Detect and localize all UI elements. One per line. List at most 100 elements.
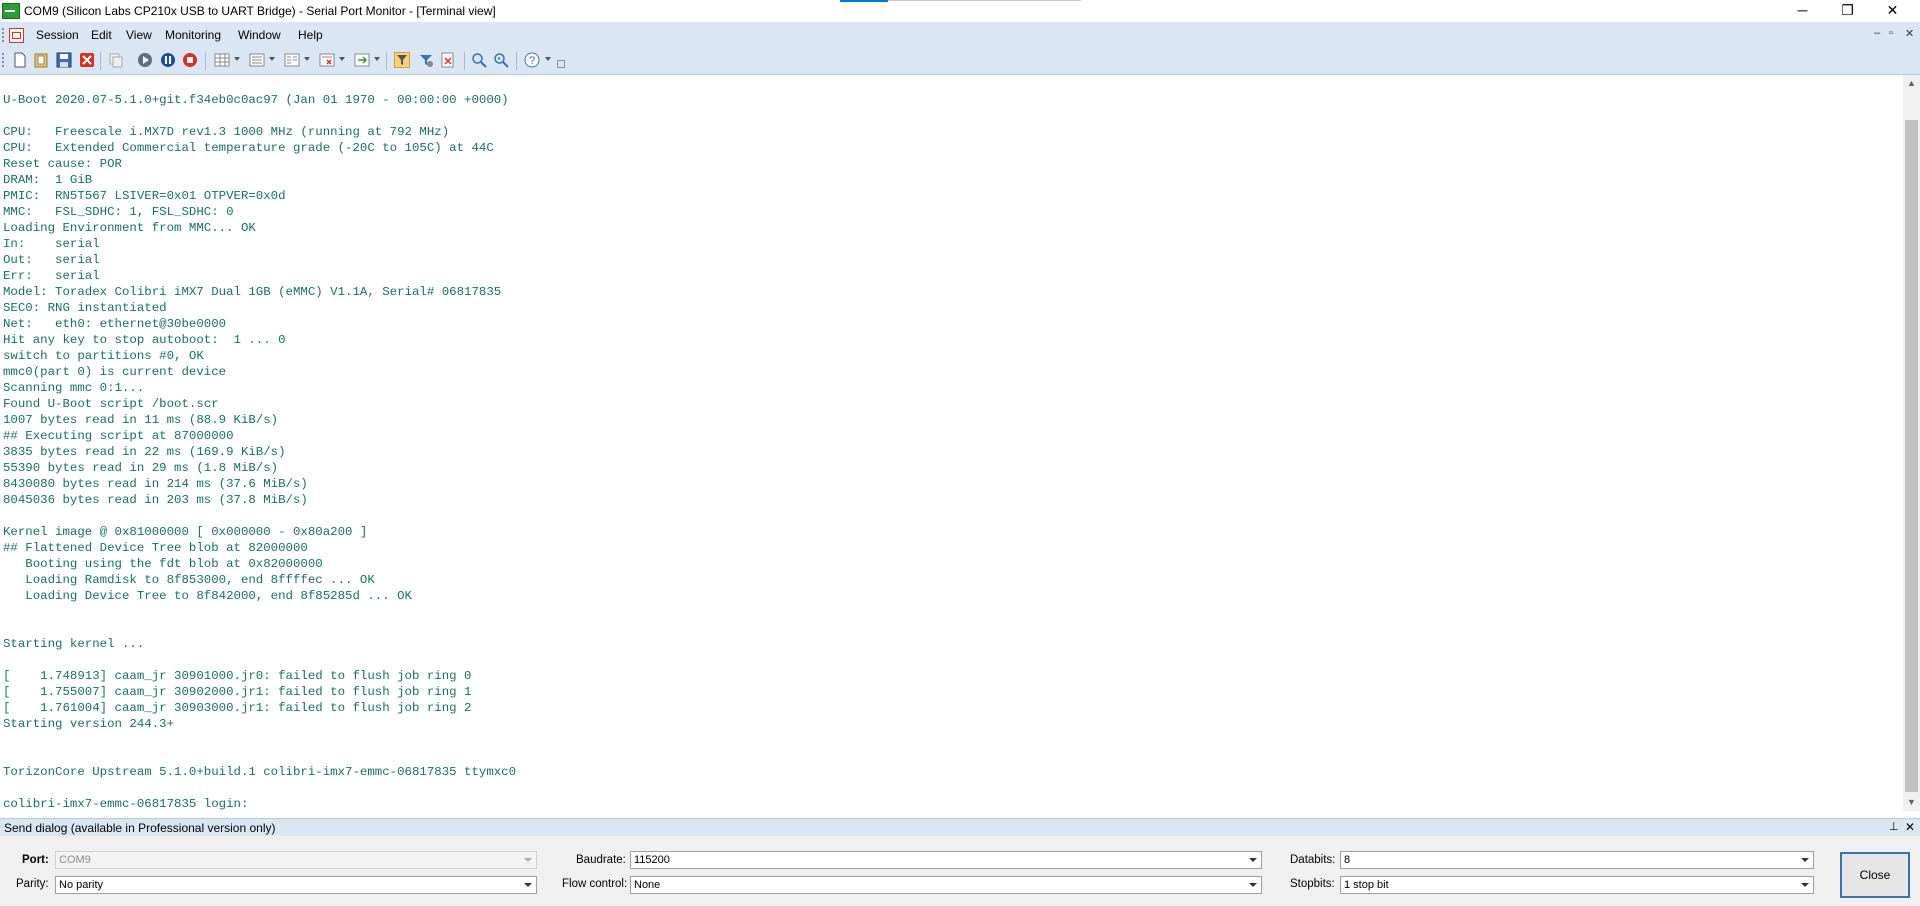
- terminal-line: PMIC: RN5T567 LSIVER=0x01 OTPVER=0x0d: [3, 189, 286, 203]
- terminal-line: [ 1.748913] caam_jr 30901000.jr0: failed…: [3, 669, 472, 683]
- terminal-line: Scanning mmc 0:1...: [3, 381, 145, 395]
- dump-view-icon[interactable]: [284, 52, 300, 68]
- table-view-icon[interactable]: [214, 52, 230, 68]
- mdi-close-button[interactable]: ✕: [1905, 27, 1914, 40]
- scroll-down-icon[interactable]: ▼: [1903, 794, 1920, 811]
- scrollbar-thumb[interactable]: [1905, 120, 1918, 792]
- menu-bar: Session Edit View Monitoring Window Help…: [0, 22, 1920, 48]
- settings-icon[interactable]: [418, 52, 434, 68]
- close-window-button[interactable]: ✕: [1870, 0, 1915, 22]
- vertical-scrollbar[interactable]: ▲ ▼: [1903, 75, 1920, 811]
- terminal-line: mmc0(part 0) is current device: [3, 365, 227, 379]
- terminal-line: TorizonCore Upstream 5.1.0+build.1 colib…: [3, 765, 517, 779]
- terminal-line: 1007 bytes read in 11 ms (88.9 KiB/s): [3, 413, 279, 427]
- clear-icon[interactable]: [440, 52, 456, 68]
- menu-view[interactable]: View: [126, 28, 152, 42]
- terminal-line: Loading Environment from MMC... OK: [3, 221, 256, 235]
- minimize-button[interactable]: ─: [1780, 0, 1825, 22]
- port-label: Port:: [22, 854, 49, 866]
- menu-help[interactable]: Help: [298, 28, 323, 42]
- export-icon[interactable]: [354, 52, 370, 68]
- databits-label: Databits:: [1290, 854, 1336, 866]
- menu-monitoring[interactable]: Monitoring: [165, 28, 221, 42]
- chevron-down-icon: [1249, 883, 1257, 887]
- toolbar-separator: [100, 52, 101, 70]
- terminal-line: 3835 bytes read in 22 ms (169.9 KiB/s): [3, 445, 286, 459]
- baudrate-select[interactable]: 115200: [630, 851, 1262, 869]
- pause-icon[interactable]: [160, 52, 176, 68]
- help-icon[interactable]: ?: [524, 52, 540, 68]
- close-session-icon[interactable]: [79, 52, 95, 68]
- find-icon[interactable]: [471, 52, 487, 68]
- parity-select[interactable]: No parity: [55, 876, 537, 894]
- menu-grip-handle[interactable]: [2, 28, 6, 42]
- terminal-line: U-Boot 2020.07-5.1.0+git.f34eb0c0ac97 (J…: [3, 93, 509, 107]
- flow-control-label: Flow control:: [562, 878, 628, 890]
- pin-icon[interactable]: ⊥: [1889, 820, 1899, 833]
- port-value: COM9: [59, 854, 91, 866]
- menu-edit[interactable]: Edit: [91, 28, 112, 42]
- find-next-icon[interactable]: [493, 52, 509, 68]
- chevron-down-icon: [524, 858, 532, 862]
- copy-icon[interactable]: [108, 52, 124, 68]
- title-divider-line: [888, 0, 1081, 1]
- send-dialog-close-icon[interactable]: ✕: [1905, 820, 1915, 834]
- toolbar-grip-handle[interactable]: [2, 53, 6, 67]
- document-icon[interactable]: [9, 28, 24, 43]
- menu-session[interactable]: Session: [36, 28, 79, 42]
- terminal-line: CPU: Freescale i.MX7D rev1.3 1000 MHz (r…: [3, 125, 450, 139]
- terminal-output: U-Boot 2020.07-5.1.0+git.f34eb0c0ac97 (J…: [3, 92, 516, 811]
- filter-icon[interactable]: [394, 52, 410, 68]
- open-session-icon[interactable]: [33, 52, 49, 68]
- terminal-line: Starting kernel ...: [3, 637, 145, 651]
- dump-view-dropdown[interactable]: [304, 57, 310, 61]
- menu-window[interactable]: Window: [238, 28, 281, 42]
- terminal-line: In: serial: [3, 237, 100, 251]
- parity-label: Parity:: [16, 878, 49, 890]
- toolbar-separator: [205, 52, 206, 70]
- terminal-line: switch to partitions #0, OK: [3, 349, 204, 363]
- title-accent-line: [840, 0, 888, 2]
- close-button[interactable]: Close: [1840, 852, 1910, 898]
- save-icon[interactable]: [56, 52, 72, 68]
- terminal-line: Loading Ramdisk to 8f853000, end 8ffffec…: [3, 573, 375, 587]
- stop-icon[interactable]: [182, 52, 198, 68]
- toolbar-overflow-icon[interactable]: [557, 60, 565, 68]
- new-session-icon[interactable]: [12, 52, 28, 68]
- start-monitoring-icon[interactable]: [137, 52, 153, 68]
- help-dropdown[interactable]: [545, 57, 551, 61]
- mdi-restore-button[interactable]: ▫: [1889, 27, 1893, 39]
- terminal-line: Err: serial: [3, 269, 100, 283]
- port-select[interactable]: COM9: [55, 851, 537, 869]
- flow-control-select[interactable]: None: [630, 876, 1262, 894]
- stopbits-select[interactable]: 1 stop bit: [1340, 876, 1814, 894]
- terminal-view-icon[interactable]: [319, 52, 335, 68]
- send-dialog-title: Send dialog (available in Professional v…: [4, 821, 276, 835]
- terminal-line: Reset cause: POR: [3, 157, 122, 171]
- chevron-down-icon: [524, 883, 532, 887]
- mdi-minimize-button[interactable]: ‒: [1874, 27, 1880, 39]
- terminal-line: [ 1.761004] caam_jr 30903000.jr1: failed…: [3, 701, 472, 715]
- terminal-view[interactable]: U-Boot 2020.07-5.1.0+git.f34eb0c0ac97 (J…: [0, 75, 1903, 811]
- databits-select[interactable]: 8: [1340, 851, 1814, 869]
- terminal-view-dropdown[interactable]: [339, 57, 345, 61]
- table-view-dropdown[interactable]: [234, 57, 240, 61]
- send-dialog-panel: Port: COM9 Parity: No parity Baudrate: 1…: [0, 836, 1920, 906]
- terminal-line: Hit any key to stop autoboot: 1 ... 0: [3, 333, 286, 347]
- title-bar: COM9 (Silicon Labs CP210x USB to UART Br…: [0, 0, 1920, 22]
- toolbar: ?: [0, 48, 1920, 75]
- scroll-up-icon[interactable]: ▲: [1903, 75, 1920, 92]
- baudrate-value: 115200: [634, 854, 670, 866]
- terminal-line: Kernel image @ 0x81000000 [ 0x000000 - 0…: [3, 525, 368, 539]
- chevron-down-icon: [1801, 883, 1809, 887]
- toolbar-separator: [464, 52, 465, 70]
- export-dropdown[interactable]: [374, 57, 380, 61]
- line-view-icon[interactable]: [249, 52, 265, 68]
- restore-button[interactable]: ❐: [1825, 0, 1870, 22]
- terminal-line: Found U-Boot script /boot.scr: [3, 397, 219, 411]
- terminal-line: [ 1.755007] caam_jr 30902000.jr1: failed…: [3, 685, 472, 699]
- terminal-line: Starting version 244.3+: [3, 717, 175, 731]
- terminal-line: SEC0: RNG instantiated: [3, 301, 167, 315]
- terminal-line: Out: serial: [3, 253, 100, 267]
- line-view-dropdown[interactable]: [269, 57, 275, 61]
